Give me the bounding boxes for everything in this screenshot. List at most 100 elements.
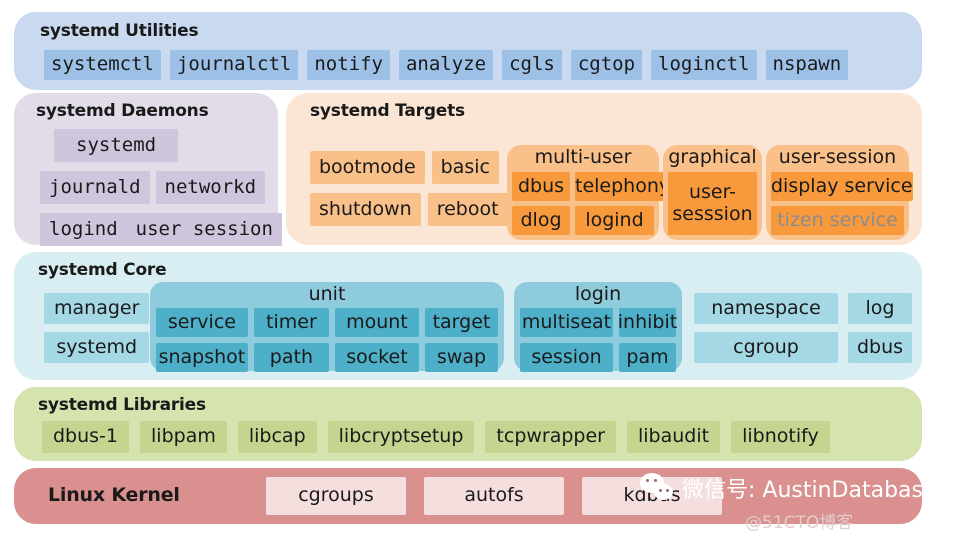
- utility-chip[interactable]: cgls: [502, 50, 562, 80]
- core-sub-chip[interactable]: path: [253, 343, 329, 372]
- library-chip[interactable]: libcap: [237, 421, 317, 453]
- core-right-row: namespace log: [694, 293, 912, 324]
- target-group-label: user-session: [778, 146, 897, 168]
- utility-chip[interactable]: notify: [307, 50, 390, 80]
- kernel-chip[interactable]: autofs: [424, 477, 564, 515]
- targets-plain-chips: bootmode basic shutdown reboot: [310, 151, 508, 226]
- panel-systemd-targets: systemd Targets bootmode basic shutdown …: [286, 93, 922, 245]
- kernel-chip[interactable]: cgroups: [266, 477, 406, 515]
- core-chip[interactable]: dbus: [848, 332, 912, 363]
- panel-title-core: systemd Core: [38, 260, 167, 280]
- core-group-rows: service timer mount target snapshot path…: [156, 308, 498, 372]
- target-group-row: display service: [771, 172, 913, 201]
- core-sub-chip[interactable]: snapshot: [156, 343, 248, 372]
- utility-chip[interactable]: loginctl: [651, 50, 757, 80]
- panel-systemd-utilities: systemd Utilities systemctl journalctl n…: [14, 12, 922, 90]
- target-group-row: dlog logind: [512, 206, 654, 235]
- target-group-row: dbus telephony: [512, 172, 671, 201]
- panel-linux-kernel: Linux Kernel cgroups autofs kdbus: [14, 468, 922, 524]
- panel-title-daemons: systemd Daemons: [36, 101, 209, 121]
- target-chip[interactable]: basic: [431, 151, 499, 184]
- core-sub-chip[interactable]: service: [156, 308, 248, 337]
- utility-chip[interactable]: analyze: [398, 50, 494, 80]
- daemons-row: logind user session: [40, 213, 282, 246]
- target-sub-chip[interactable]: dlog: [512, 206, 570, 235]
- library-chip[interactable]: libcryptsetup: [327, 421, 475, 453]
- core-group-unit: unit service timer mount target snapshot…: [150, 282, 504, 372]
- utility-chip[interactable]: cgtop: [570, 50, 643, 80]
- target-chip[interactable]: bootmode: [310, 151, 425, 184]
- target-group-rows: user-sesssion: [668, 172, 757, 235]
- library-chip[interactable]: libaudit: [627, 421, 721, 453]
- core-right-column: namespace log cgroup dbus: [694, 293, 912, 363]
- core-sub-chip[interactable]: session: [520, 343, 613, 372]
- target-group-label: multi-user: [534, 146, 632, 168]
- target-sub-chip[interactable]: user-sesssion: [668, 172, 757, 235]
- core-chip[interactable]: systemd: [44, 332, 150, 363]
- target-group-label: graphical: [668, 146, 757, 168]
- daemons-row: journald networkd: [40, 171, 282, 204]
- core-chip[interactable]: cgroup: [694, 332, 838, 363]
- utility-chip[interactable]: systemctl: [44, 50, 161, 80]
- core-left-column: manager systemd: [44, 293, 150, 363]
- target-sub-chip[interactable]: telephony: [575, 172, 671, 201]
- core-sub-chip[interactable]: swap: [424, 343, 498, 372]
- target-group-rows: dbus telephony dlog logind: [512, 172, 671, 235]
- targets-row: bootmode basic: [310, 151, 508, 184]
- panel-systemd-libraries: systemd Libraries dbus-1 libpam libcap l…: [14, 387, 922, 461]
- panel-systemd-daemons: systemd Daemons systemd journald network…: [14, 93, 282, 246]
- target-sub-chip[interactable]: dbus: [512, 172, 570, 201]
- target-sub-chip[interactable]: tizen service: [771, 206, 904, 235]
- libraries-chip-row: dbus-1 libpam libcap libcryptsetup tcpwr…: [42, 421, 830, 453]
- target-group-rows: display service tizen service: [771, 172, 913, 235]
- core-group-row: snapshot path socket swap: [156, 343, 498, 372]
- core-group-rows: multiseat inhibit session pam: [520, 308, 677, 372]
- target-sub-chip[interactable]: logind: [575, 206, 654, 235]
- daemons-chip-rows: systemd journald networkd logind user se…: [40, 129, 282, 246]
- kernel-chip[interactable]: kdbus: [582, 477, 722, 515]
- core-group-row: service timer mount target: [156, 308, 498, 337]
- panel-title-targets: systemd Targets: [310, 101, 465, 121]
- utility-chip[interactable]: nspawn: [765, 50, 849, 80]
- kernel-chip-row: cgroups autofs kdbus: [266, 477, 722, 515]
- target-group-graphical: graphical user-sesssion: [663, 145, 762, 240]
- core-chip[interactable]: manager: [44, 293, 150, 324]
- core-chip[interactable]: log: [848, 293, 912, 324]
- core-right-row: cgroup dbus: [694, 332, 912, 363]
- daemon-chip[interactable]: systemd: [54, 129, 179, 162]
- library-chip[interactable]: tcpwrapper: [485, 421, 616, 453]
- daemons-row: systemd: [40, 129, 282, 162]
- library-chip[interactable]: libnotify: [731, 421, 830, 453]
- core-sub-chip[interactable]: inhibit: [618, 308, 677, 337]
- core-group-row: multiseat inhibit: [520, 308, 677, 337]
- library-chip[interactable]: dbus-1: [42, 421, 130, 453]
- target-sub-chip[interactable]: display service: [771, 172, 913, 201]
- core-sub-chip[interactable]: target: [424, 308, 498, 337]
- core-group-label: unit: [308, 283, 346, 305]
- core-sub-chip[interactable]: timer: [253, 308, 329, 337]
- daemon-chip[interactable]: networkd: [155, 171, 266, 204]
- target-group-row: user-sesssion: [668, 172, 757, 235]
- panel-title-libraries: systemd Libraries: [38, 395, 206, 415]
- target-group-multi-user: multi-user dbus telephony dlog logind: [507, 145, 671, 240]
- target-chip[interactable]: reboot: [427, 193, 508, 226]
- core-group-row: session pam: [520, 343, 676, 372]
- targets-row: shutdown reboot: [310, 193, 508, 226]
- core-sub-chip[interactable]: socket: [334, 343, 419, 372]
- panel-title-kernel: Linux Kernel: [48, 484, 180, 506]
- panel-systemd-core: systemd Core manager systemd unit servic…: [14, 252, 922, 380]
- core-sub-chip[interactable]: multiseat: [520, 308, 613, 337]
- daemon-chip[interactable]: user session: [126, 213, 282, 246]
- core-group-label: login: [574, 283, 622, 305]
- core-sub-chip[interactable]: pam: [619, 343, 676, 372]
- daemon-chip[interactable]: logind: [40, 213, 127, 246]
- core-group-login: login multiseat inhibit session pam: [514, 282, 682, 372]
- utility-chip[interactable]: journalctl: [169, 50, 299, 80]
- target-group-user-session: user-session display service tizen servi…: [766, 145, 913, 240]
- core-chip[interactable]: namespace: [694, 293, 838, 324]
- target-chip[interactable]: shutdown: [310, 193, 421, 226]
- utilities-chip-row: systemctl journalctl notify analyze cgls…: [44, 50, 849, 80]
- core-sub-chip[interactable]: mount: [334, 308, 419, 337]
- library-chip[interactable]: libpam: [140, 421, 227, 453]
- daemon-chip[interactable]: journald: [40, 171, 150, 204]
